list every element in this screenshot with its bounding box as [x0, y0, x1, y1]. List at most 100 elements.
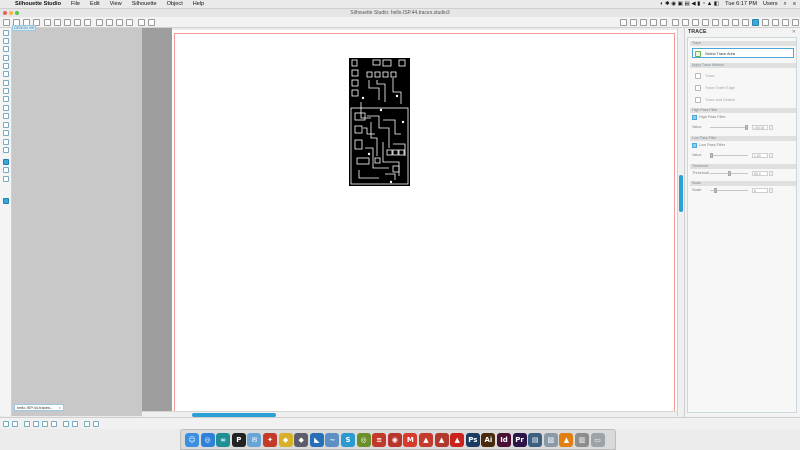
app-menu[interactable]: Silhouette Studio [10, 0, 66, 9]
ellipse-tool-icon[interactable] [3, 88, 9, 94]
fill-icon[interactable] [672, 19, 679, 26]
dock-sketch2-icon[interactable]: ▲ [434, 433, 449, 447]
low-pass-knob[interactable] [710, 153, 713, 158]
menu-view[interactable]: View [105, 0, 127, 9]
new-file-icon[interactable] [3, 19, 10, 26]
polygon-tool-icon[interactable] [3, 63, 9, 69]
eraser-tool-icon[interactable] [3, 105, 9, 111]
panel-toggle-icon[interactable] [3, 198, 9, 204]
menu-object[interactable]: Object [162, 0, 188, 9]
knife-tool-icon[interactable] [3, 113, 9, 119]
design-view-tab[interactable]: DESIGN VIEW [12, 25, 36, 31]
low-pass-value-field[interactable]: 1.00 [752, 153, 768, 158]
scale-knob[interactable] [714, 188, 717, 193]
high-pass-checkbox[interactable]: High Pass Filter [692, 115, 726, 120]
more-icon[interactable] [792, 19, 799, 26]
dock-mail-icon[interactable]: ✉ [247, 433, 262, 447]
zoom-in-icon[interactable] [24, 421, 30, 427]
dock-app-blue-icon[interactable]: ◣ [309, 433, 324, 447]
dock-app-yellow-icon[interactable]: ◆ [278, 433, 293, 447]
dock-docs-icon[interactable]: ▥ [575, 433, 589, 447]
curve-tool-icon[interactable] [3, 71, 9, 77]
dock-mm-icon[interactable]: M [403, 433, 418, 447]
cut-settings-icon[interactable] [782, 19, 789, 26]
minimize-window-icon[interactable] [9, 11, 13, 15]
eyedropper-tool-icon[interactable] [3, 139, 9, 145]
menu-file[interactable]: File [66, 0, 85, 9]
menu-help[interactable]: Help [188, 0, 210, 9]
trace-button[interactable]: Trace [692, 70, 794, 80]
design-canvas[interactable] [172, 30, 677, 412]
select-all-icon[interactable] [3, 421, 9, 427]
point-edit-tool-icon[interactable] [3, 38, 9, 44]
pcb-traces-image[interactable] [349, 58, 410, 186]
replicate-icon[interactable] [722, 19, 729, 26]
select-tool-icon[interactable] [3, 30, 9, 36]
line-tool-icon[interactable] [3, 55, 9, 61]
scale-stepper[interactable] [769, 188, 773, 193]
dock-premiere-icon[interactable]: Pr [512, 433, 527, 447]
dock-app-stripes-icon[interactable]: ≡ [372, 433, 387, 447]
zoom-fit-icon[interactable] [42, 421, 48, 427]
dock-vlc-icon[interactable]: ▲ [559, 433, 574, 447]
dock-sketch-icon[interactable]: ▲ [419, 433, 433, 447]
pencil-tool-icon[interactable] [3, 96, 9, 102]
status-icons[interactable]: ◐ ✱ ◉ ▣ ▤ ◀ ▮ ◔ ▲ ◧ [660, 0, 719, 9]
menu-silhouette[interactable]: Silhouette [127, 0, 162, 9]
high-pass-knob[interactable] [745, 125, 748, 130]
pan-tool-icon[interactable] [3, 147, 9, 153]
dock-finder-icon[interactable]: ☺ [185, 433, 199, 447]
trace-and-detach-button[interactable]: Trace and Detach [692, 94, 794, 104]
threshold-value-field[interactable]: 50.0 [752, 171, 768, 176]
preferences-icon[interactable] [84, 421, 90, 427]
close-window-icon[interactable] [3, 11, 7, 15]
align-icon[interactable] [72, 421, 78, 427]
threshold-stepper[interactable] [769, 171, 773, 176]
send-icon[interactable] [660, 19, 667, 26]
menu-list-icon[interactable]: ≡ [793, 0, 796, 9]
dock-app-gray-icon[interactable]: ◆ [294, 433, 309, 447]
dock-app-green-icon[interactable]: ◎ [356, 433, 371, 447]
settings-icon[interactable] [93, 421, 99, 427]
high-pass-value-field[interactable]: 100.00 [752, 125, 768, 130]
dock-app-wave-icon[interactable]: ~ [325, 433, 340, 447]
dock-arduino-icon[interactable]: ∞ [216, 433, 231, 447]
dock-app-doc-icon[interactable]: ▤ [528, 433, 543, 447]
close-panel-icon[interactable]: ✕ [792, 29, 796, 35]
low-pass-slider[interactable] [710, 153, 748, 158]
low-pass-stepper[interactable] [769, 153, 773, 158]
line-style-icon[interactable] [692, 19, 699, 26]
transform-icon[interactable] [712, 19, 719, 26]
high-pass-slider[interactable] [710, 125, 748, 130]
dock-app-ring-icon[interactable]: ◉ [387, 433, 402, 447]
modify-icon[interactable] [732, 19, 739, 26]
dock-acrobat-icon[interactable]: ▲ [450, 433, 465, 447]
trace-outer-edge-button[interactable]: Trace Outer Edge [692, 82, 794, 92]
dock-silhouette-icon[interactable]: S [341, 433, 355, 447]
dock-app-red-icon[interactable]: ✦ [263, 433, 277, 447]
vertical-scroll-thumb[interactable] [679, 175, 683, 212]
scale-value-field[interactable]: 6 [752, 188, 768, 193]
zoom-out-icon[interactable] [33, 421, 39, 427]
scale-slider[interactable] [710, 188, 748, 193]
search-icon[interactable]: ⌕ [784, 0, 787, 9]
vertical-scrollbar[interactable] [677, 28, 684, 416]
line-color-icon[interactable] [682, 19, 689, 26]
low-pass-checkbox[interactable]: Low Pass Filter [692, 143, 725, 148]
zoom-window-icon[interactable] [15, 11, 19, 15]
dock-preview-icon[interactable]: ▧ [543, 433, 558, 447]
dock-illustrator-icon[interactable]: Ai [481, 433, 496, 447]
library-icon[interactable] [650, 19, 657, 26]
library-view-icon[interactable] [3, 167, 9, 173]
dock-photoshop-icon[interactable]: Ps [465, 433, 480, 447]
user-menu[interactable]: Users [763, 0, 778, 9]
close-tab-icon[interactable]: × [59, 405, 61, 410]
page-setup-icon[interactable] [620, 19, 627, 26]
zoom-tool-icon[interactable] [3, 46, 9, 52]
zoom-page-icon[interactable] [51, 421, 57, 427]
layers-icon[interactable] [762, 19, 769, 26]
paint-tool-icon[interactable] [3, 122, 9, 128]
store-view-icon[interactable] [3, 176, 9, 182]
text-tool-icon[interactable] [3, 130, 9, 136]
threshold-knob[interactable] [728, 171, 731, 176]
